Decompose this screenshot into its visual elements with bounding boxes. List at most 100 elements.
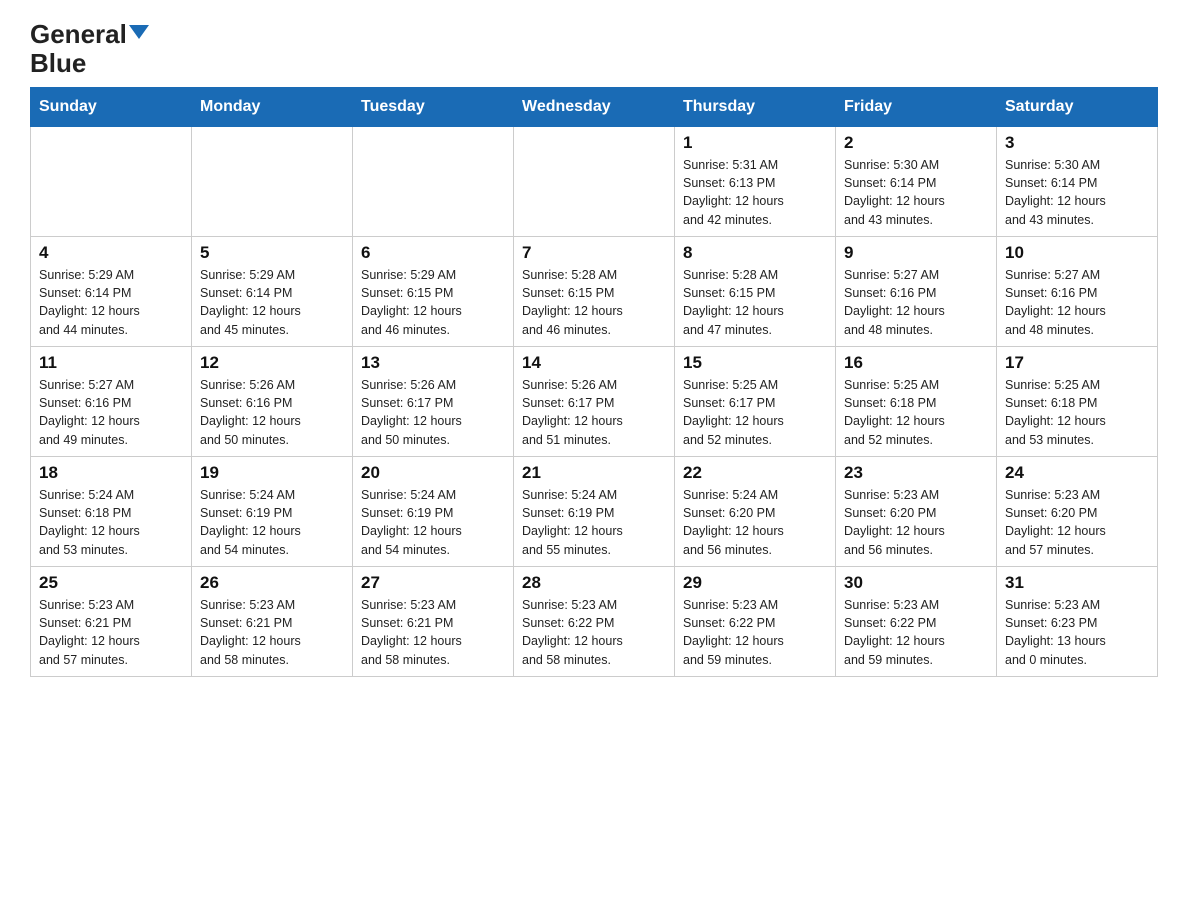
calendar-cell: 15 Sunrise: 5:25 AM Sunset: 6:17 PM Dayli… xyxy=(675,347,836,457)
day-number: 25 xyxy=(39,573,183,593)
day-info: Sunrise: 5:23 AM Sunset: 6:21 PM Dayligh… xyxy=(39,596,183,669)
day-number: 29 xyxy=(683,573,827,593)
day-number: 10 xyxy=(1005,243,1149,263)
calendar-cell: 21Sunrise: 5:24 AM Sunset: 6:19 PM Dayli… xyxy=(514,457,675,567)
day-number: 2 xyxy=(844,133,988,153)
day-info: Sunrise: 5:23 AM Sunset: 6:21 PM Dayligh… xyxy=(361,596,505,669)
day-info: Sunrise: 5:26 AM Sunset: 6:17 PM Dayligh… xyxy=(361,376,505,449)
day-number: 24 xyxy=(1005,463,1149,483)
calendar-cell: 5 Sunrise: 5:29 AM Sunset: 6:14 PM Daylig… xyxy=(192,237,353,347)
calendar-cell: 25 Sunrise: 5:23 AM Sunset: 6:21 PM Dayli… xyxy=(31,567,192,677)
calendar-cell: 26 Sunrise: 5:23 AM Sunset: 6:21 PM Dayli… xyxy=(192,567,353,677)
calendar-cell: 31 Sunrise: 5:23 AM Sunset: 6:23 PM Dayli… xyxy=(997,567,1158,677)
calendar-cell: 13 Sunrise: 5:26 AM Sunset: 6:17 PM Dayli… xyxy=(353,347,514,457)
day-number: 16 xyxy=(844,353,988,373)
calendar-cell: 19 Sunrise: 5:24 AM Sunset: 6:19 PM Dayli… xyxy=(192,457,353,567)
calendar-cell: 28 Sunrise: 5:23 AM Sunset: 6:22 PM Dayli… xyxy=(514,567,675,677)
calendar-week-4: 18 Sunrise: 5:24 AM Sunset: 6:18 PM Dayli… xyxy=(31,457,1158,567)
calendar-table: SundayMondayTuesdayWednesdayThursdayFrid… xyxy=(30,87,1158,677)
day-number: 3 xyxy=(1005,133,1149,153)
day-number: 23 xyxy=(844,463,988,483)
calendar-week-2: 4 Sunrise: 5:29 AM Sunset: 6:14 PM Daylig… xyxy=(31,237,1158,347)
day-number: 13 xyxy=(361,353,505,373)
calendar-cell: 10 Sunrise: 5:27 AM Sunset: 6:16 PM Dayli… xyxy=(997,237,1158,347)
day-number: 4 xyxy=(39,243,183,263)
day-info: Sunrise: 5:24 AM Sunset: 6:19 PM Dayligh… xyxy=(200,486,344,559)
calendar-cell: 30 Sunrise: 5:23 AM Sunset: 6:22 PM Dayli… xyxy=(836,567,997,677)
day-number: 15 xyxy=(683,353,827,373)
calendar-week-1: 1Sunrise: 5:31 AM Sunset: 6:13 PM Daylig… xyxy=(31,127,1158,237)
day-number: 11 xyxy=(39,353,183,373)
calendar-cell: 27Sunrise: 5:23 AM Sunset: 6:21 PM Dayli… xyxy=(353,567,514,677)
calendar-cell xyxy=(514,127,675,237)
logo-blue-text: Blue xyxy=(30,49,86,78)
day-info: Sunrise: 5:23 AM Sunset: 6:21 PM Dayligh… xyxy=(200,596,344,669)
calendar-cell: 20 Sunrise: 5:24 AM Sunset: 6:19 PM Dayli… xyxy=(353,457,514,567)
day-info: Sunrise: 5:23 AM Sunset: 6:23 PM Dayligh… xyxy=(1005,596,1149,669)
day-info: Sunrise: 5:29 AM Sunset: 6:14 PM Dayligh… xyxy=(39,266,183,339)
day-number: 6 xyxy=(361,243,505,263)
calendar-cell: 4 Sunrise: 5:29 AM Sunset: 6:14 PM Daylig… xyxy=(31,237,192,347)
day-number: 18 xyxy=(39,463,183,483)
calendar-week-3: 11Sunrise: 5:27 AM Sunset: 6:16 PM Dayli… xyxy=(31,347,1158,457)
day-info: Sunrise: 5:29 AM Sunset: 6:15 PM Dayligh… xyxy=(361,266,505,339)
calendar-cell: 8 Sunrise: 5:28 AM Sunset: 6:15 PM Daylig… xyxy=(675,237,836,347)
day-info: Sunrise: 5:27 AM Sunset: 6:16 PM Dayligh… xyxy=(1005,266,1149,339)
calendar-cell xyxy=(353,127,514,237)
calendar-cell: 3 Sunrise: 5:30 AM Sunset: 6:14 PM Daylig… xyxy=(997,127,1158,237)
calendar-cell: 29 Sunrise: 5:23 AM Sunset: 6:22 PM Dayli… xyxy=(675,567,836,677)
day-number: 31 xyxy=(1005,573,1149,593)
calendar-cell: 2Sunrise: 5:30 AM Sunset: 6:14 PM Daylig… xyxy=(836,127,997,237)
col-header-friday: Friday xyxy=(836,88,997,127)
calendar-cell: 6 Sunrise: 5:29 AM Sunset: 6:15 PM Daylig… xyxy=(353,237,514,347)
day-info: Sunrise: 5:25 AM Sunset: 6:18 PM Dayligh… xyxy=(1005,376,1149,449)
day-number: 9 xyxy=(844,243,988,263)
day-info: Sunrise: 5:26 AM Sunset: 6:17 PM Dayligh… xyxy=(522,376,666,449)
day-number: 20 xyxy=(361,463,505,483)
calendar-cell: 14 Sunrise: 5:26 AM Sunset: 6:17 PM Dayli… xyxy=(514,347,675,457)
day-number: 5 xyxy=(200,243,344,263)
day-info: Sunrise: 5:23 AM Sunset: 6:22 PM Dayligh… xyxy=(522,596,666,669)
col-header-thursday: Thursday xyxy=(675,88,836,127)
day-info: Sunrise: 5:27 AM Sunset: 6:16 PM Dayligh… xyxy=(844,266,988,339)
day-info: Sunrise: 5:28 AM Sunset: 6:15 PM Dayligh… xyxy=(683,266,827,339)
calendar-cell: 12Sunrise: 5:26 AM Sunset: 6:16 PM Dayli… xyxy=(192,347,353,457)
day-info: Sunrise: 5:29 AM Sunset: 6:14 PM Dayligh… xyxy=(200,266,344,339)
calendar-cell: 24 Sunrise: 5:23 AM Sunset: 6:20 PM Dayli… xyxy=(997,457,1158,567)
calendar-cell: 18 Sunrise: 5:24 AM Sunset: 6:18 PM Dayli… xyxy=(31,457,192,567)
col-header-tuesday: Tuesday xyxy=(353,88,514,127)
day-number: 21 xyxy=(522,463,666,483)
calendar-cell: 1Sunrise: 5:31 AM Sunset: 6:13 PM Daylig… xyxy=(675,127,836,237)
logo-arrow-icon xyxy=(129,25,149,39)
calendar-cell: 22 Sunrise: 5:24 AM Sunset: 6:20 PM Dayli… xyxy=(675,457,836,567)
day-info: Sunrise: 5:30 AM Sunset: 6:14 PM Dayligh… xyxy=(1005,156,1149,229)
calendar-week-5: 25 Sunrise: 5:23 AM Sunset: 6:21 PM Dayli… xyxy=(31,567,1158,677)
day-number: 22 xyxy=(683,463,827,483)
day-number: 30 xyxy=(844,573,988,593)
calendar-cell: 7Sunrise: 5:28 AM Sunset: 6:15 PM Daylig… xyxy=(514,237,675,347)
day-number: 17 xyxy=(1005,353,1149,373)
day-number: 26 xyxy=(200,573,344,593)
logo: General Blue xyxy=(30,20,149,77)
day-number: 19 xyxy=(200,463,344,483)
day-info: Sunrise: 5:24 AM Sunset: 6:20 PM Dayligh… xyxy=(683,486,827,559)
day-info: Sunrise: 5:24 AM Sunset: 6:19 PM Dayligh… xyxy=(361,486,505,559)
day-info: Sunrise: 5:23 AM Sunset: 6:20 PM Dayligh… xyxy=(1005,486,1149,559)
day-number: 28 xyxy=(522,573,666,593)
calendar-header-row: SundayMondayTuesdayWednesdayThursdayFrid… xyxy=(31,88,1158,127)
day-number: 12 xyxy=(200,353,344,373)
day-number: 8 xyxy=(683,243,827,263)
page-header: General Blue xyxy=(30,20,1158,77)
day-number: 14 xyxy=(522,353,666,373)
day-info: Sunrise: 5:24 AM Sunset: 6:18 PM Dayligh… xyxy=(39,486,183,559)
day-info: Sunrise: 5:31 AM Sunset: 6:13 PM Dayligh… xyxy=(683,156,827,229)
logo-general-text: General xyxy=(30,20,127,49)
day-info: Sunrise: 5:23 AM Sunset: 6:22 PM Dayligh… xyxy=(844,596,988,669)
day-number: 7 xyxy=(522,243,666,263)
day-info: Sunrise: 5:25 AM Sunset: 6:17 PM Dayligh… xyxy=(683,376,827,449)
calendar-cell: 17 Sunrise: 5:25 AM Sunset: 6:18 PM Dayli… xyxy=(997,347,1158,457)
col-header-monday: Monday xyxy=(192,88,353,127)
col-header-sunday: Sunday xyxy=(31,88,192,127)
day-info: Sunrise: 5:23 AM Sunset: 6:22 PM Dayligh… xyxy=(683,596,827,669)
calendar-cell: 9 Sunrise: 5:27 AM Sunset: 6:16 PM Daylig… xyxy=(836,237,997,347)
